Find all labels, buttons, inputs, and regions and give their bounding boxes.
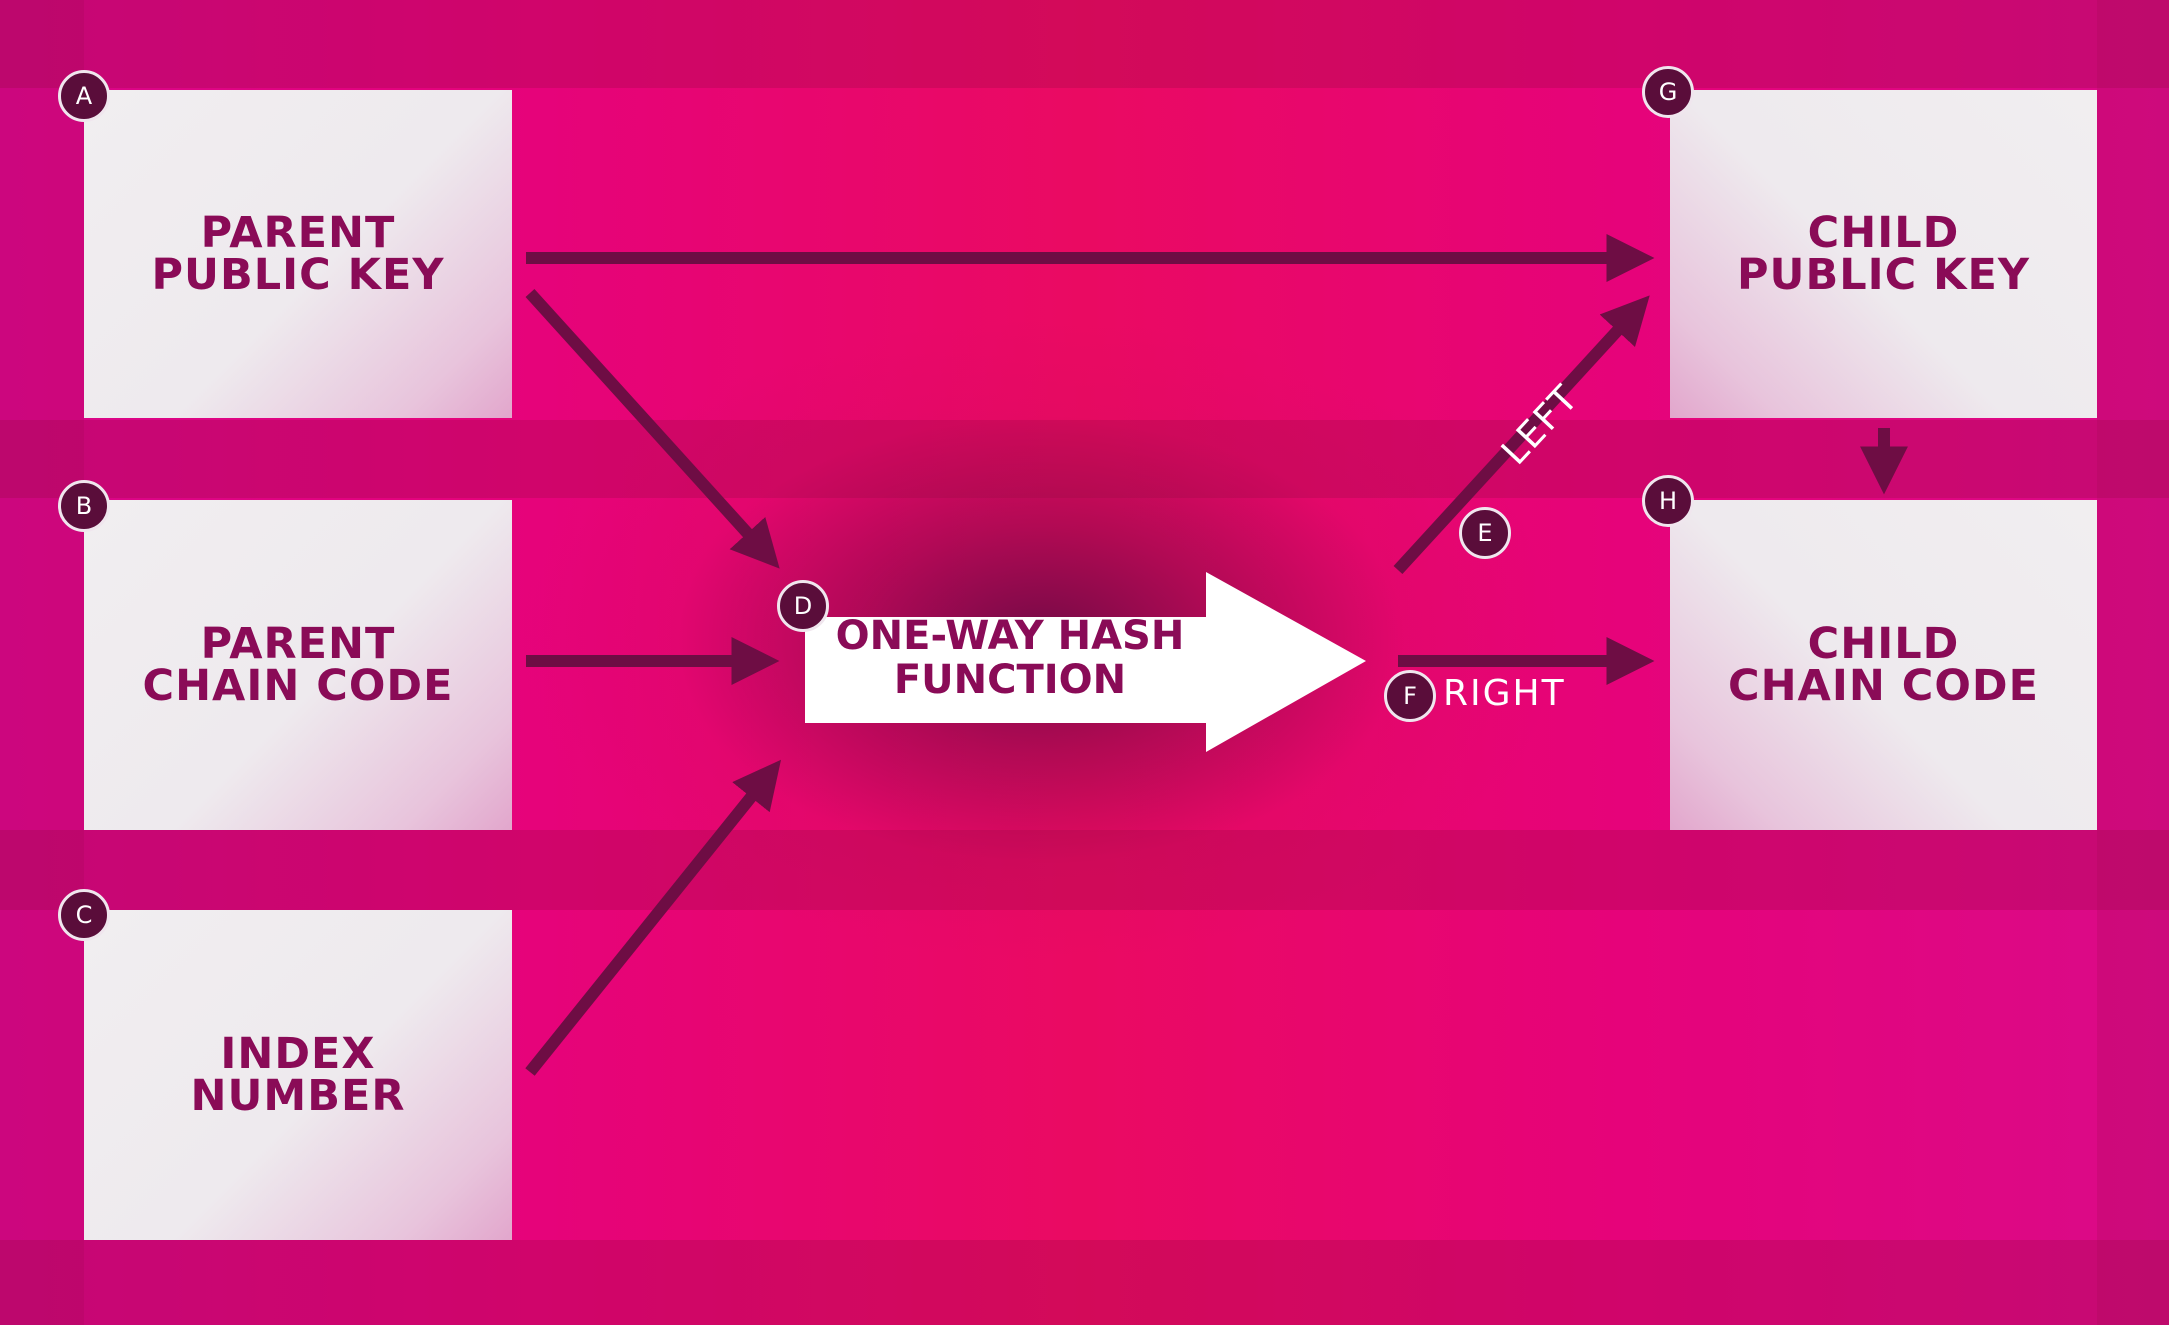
index-number-box: INDEX NUMBER [84, 910, 512, 1240]
child-chain-code-box: CHILD CHAIN CODE [1670, 500, 2097, 830]
index-number-label: INDEX NUMBER [190, 1029, 406, 1121]
parent-chain-code-box: PARENT CHAIN CODE [84, 500, 512, 830]
child-chain-code-label: CHILD CHAIN CODE [1728, 619, 2039, 711]
badge-h: H [1642, 475, 1694, 527]
arrow-parent-key-to-hash [525, 288, 780, 569]
child-public-key-label: CHILD PUBLIC KEY [1737, 208, 2030, 300]
badge-d: D [777, 580, 829, 632]
badge-e: E [1459, 507, 1511, 559]
parent-public-key-box: PARENT PUBLIC KEY [84, 90, 512, 418]
badge-g: G [1642, 66, 1694, 118]
parent-public-key-label: PARENT PUBLIC KEY [151, 208, 445, 300]
arrow-index-to-hash [525, 759, 782, 1076]
hash-function-label: ONE-WAY HASH FUNCTION [835, 613, 1185, 703]
right-output-label: RIGHT [1443, 673, 1566, 714]
badge-c: C [58, 889, 110, 941]
badge-f: F [1384, 670, 1436, 722]
parent-chain-code-label: PARENT CHAIN CODE [142, 619, 454, 711]
child-public-key-box: CHILD PUBLIC KEY [1670, 90, 2097, 418]
diagram-canvas: PARENT PUBLIC KEY PARENT CHAIN CODE INDE… [0, 0, 2169, 1325]
badge-a: A [58, 70, 110, 122]
badge-b: B [58, 480, 110, 532]
